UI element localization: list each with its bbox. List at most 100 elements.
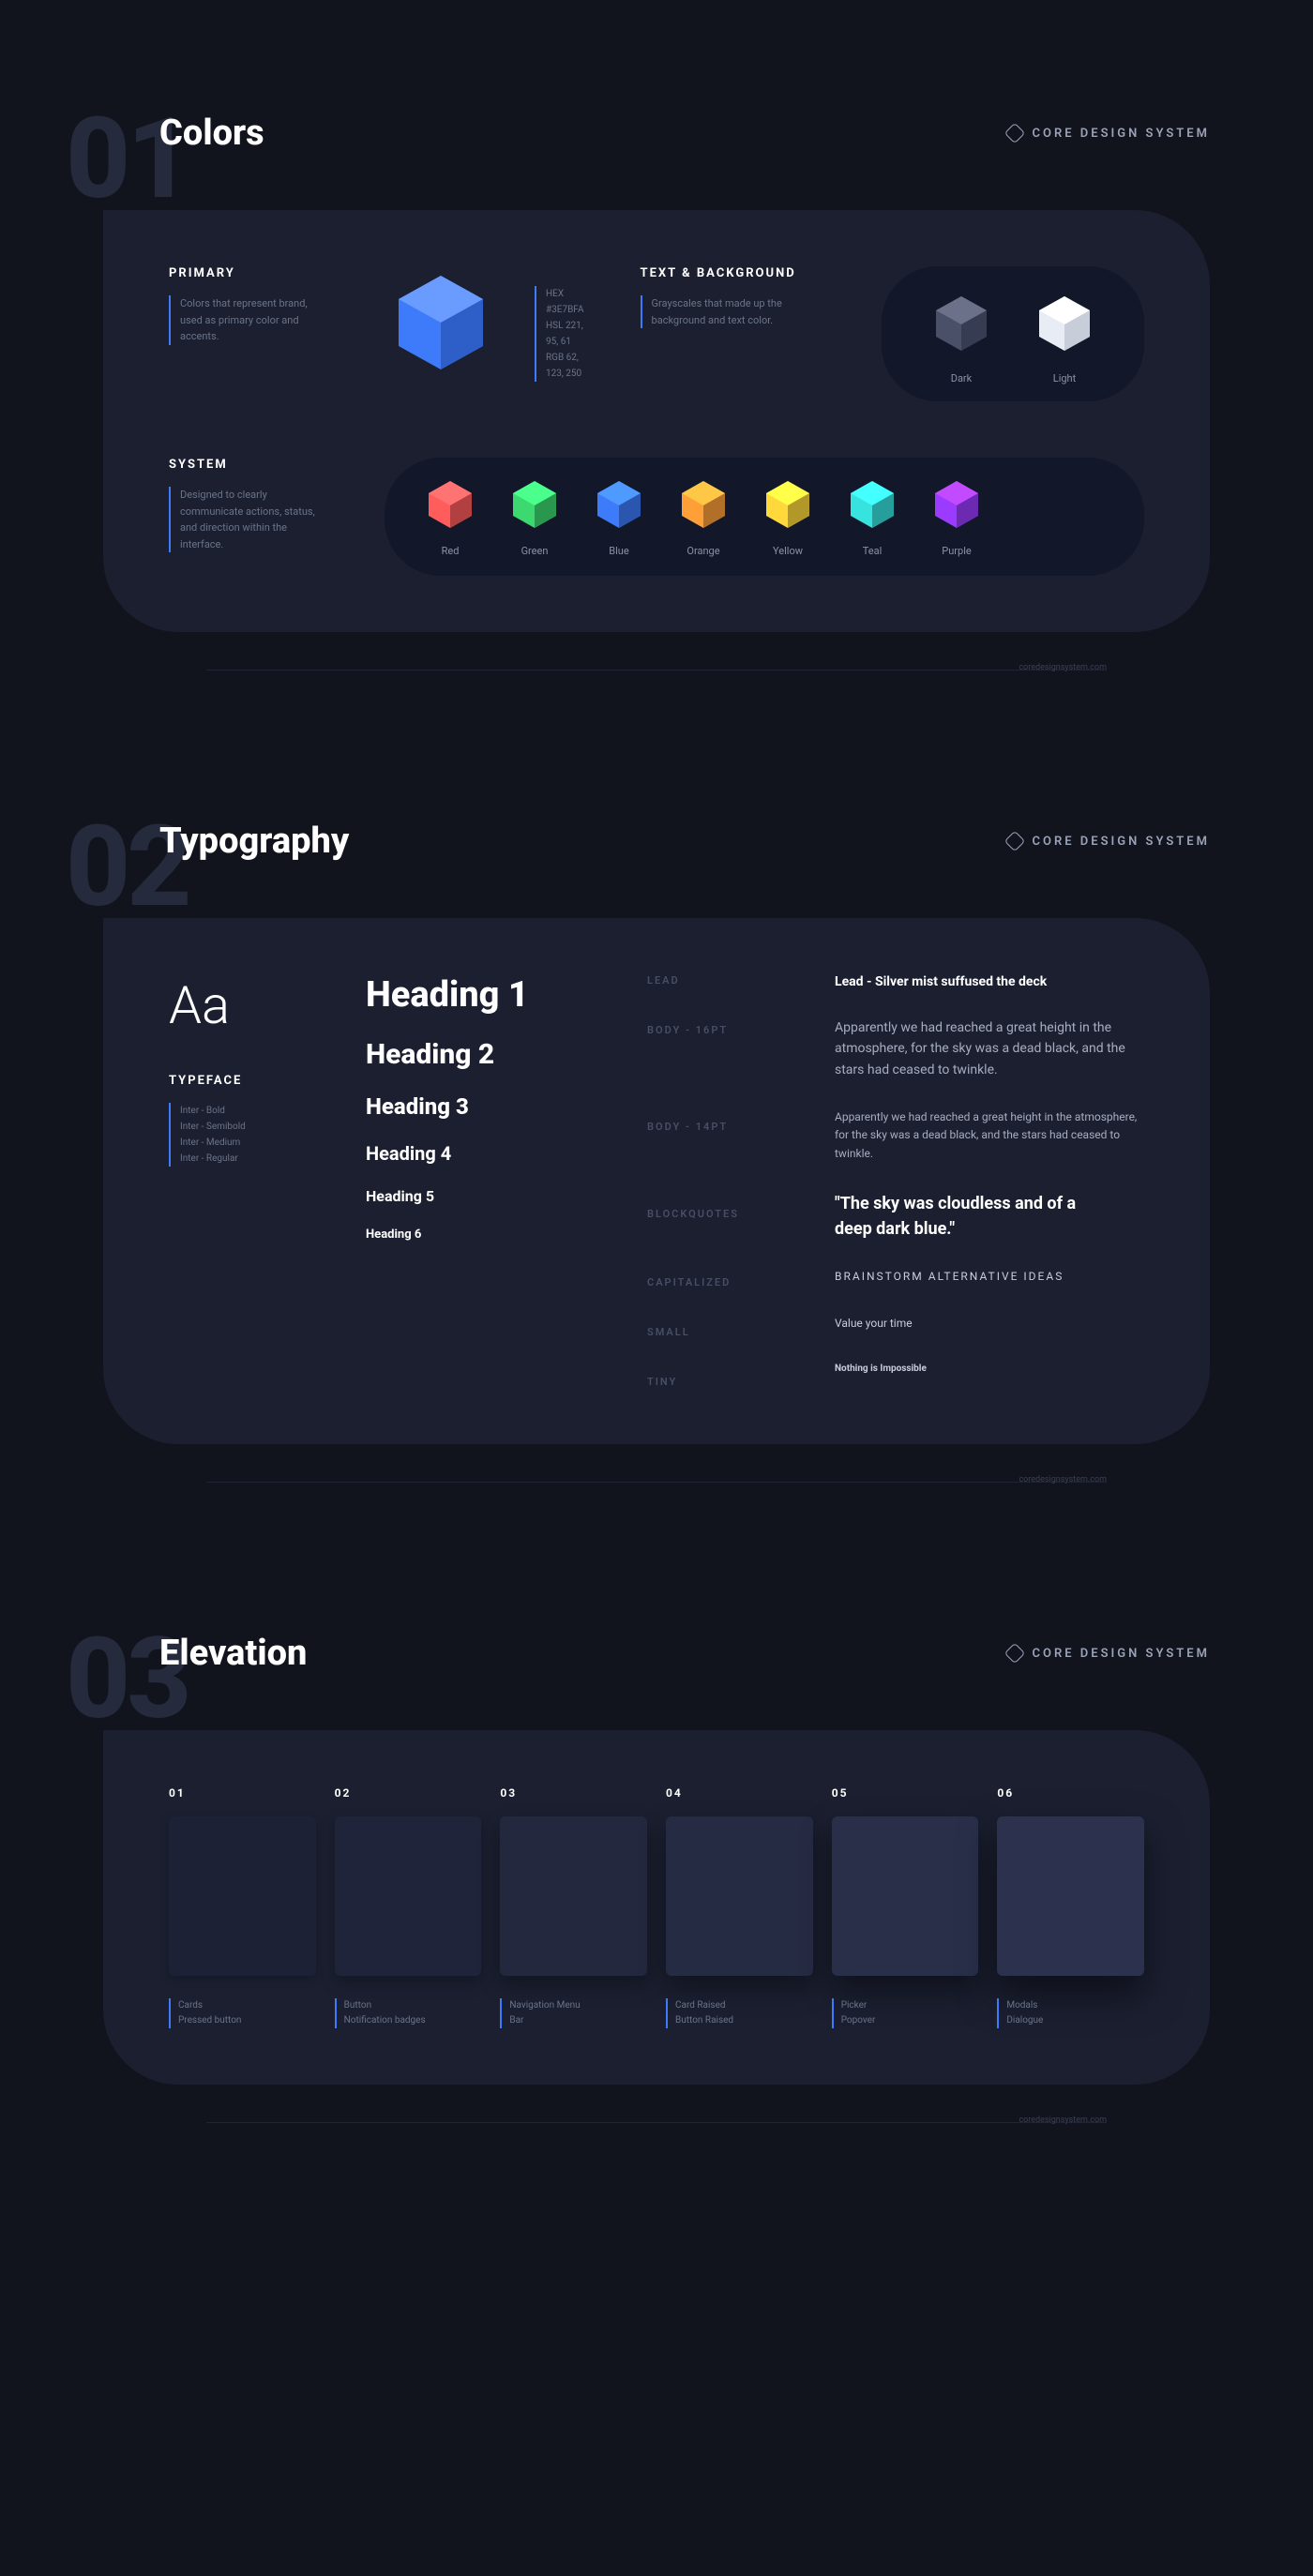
cube-icon <box>760 476 816 535</box>
cube-label: Purple <box>928 545 985 557</box>
elevation-number: 05 <box>832 1786 979 1800</box>
sample-lead: Lead - Silver mist suffused the deck <box>835 974 1144 989</box>
cube-icon <box>1032 291 1097 359</box>
cube-icon <box>675 476 732 535</box>
sample-capitalized: BRAINSTORM ALTERNATIVE IDEAS <box>835 1270 1144 1283</box>
sample-body16: Apparently we had reached a great height… <box>835 1017 1144 1080</box>
elevation-box <box>832 1816 979 1976</box>
weight-item: Inter - Medium <box>180 1135 328 1151</box>
sample-body14: Apparently we had reached a great height… <box>835 1108 1144 1163</box>
elevation-number: 04 <box>666 1786 813 1800</box>
elevation-desc: PickerPopover <box>832 1998 979 2028</box>
cube-yellow: Yellow <box>760 476 816 557</box>
elevation-number: 02 <box>335 1786 482 1800</box>
cube-blue: Blue <box>591 476 647 557</box>
cube-icon <box>928 291 994 359</box>
cube-label: Green <box>506 545 563 557</box>
textbg-label: TEXT & BACKGROUND <box>641 266 825 280</box>
elevation-card: 01 CardsPressed button 02 ButtonNotifica… <box>103 1730 1210 2085</box>
cube-teal: Teal <box>844 476 900 557</box>
cube-icon <box>591 476 647 535</box>
cube-orange: Orange <box>675 476 732 557</box>
label-blockquotes: BLOCKQUOTES <box>647 1208 797 1220</box>
heading-2: Heading 2 <box>366 1038 610 1071</box>
typeface-weights: Inter - BoldInter - SemiboldInter - Medi… <box>169 1103 328 1167</box>
weight-item: Inter - Bold <box>180 1103 328 1119</box>
elevation-number: 06 <box>997 1786 1144 1800</box>
diamond-icon <box>1004 831 1026 852</box>
elevation-col-04: 04 Card RaisedButton Raised <box>666 1786 813 2028</box>
typography-card: Aa TYPEFACE Inter - BoldInter - Semibold… <box>103 918 1210 1444</box>
elevation-col-01: 01 CardsPressed button <box>169 1786 316 2028</box>
cube-light: Light <box>1032 291 1097 384</box>
heading-3: Heading 3 <box>366 1093 610 1120</box>
typeface-sample: Aa <box>169 974 328 1036</box>
weight-item: Inter - Regular <box>180 1151 328 1167</box>
heading-5: Heading 5 <box>366 1187 610 1205</box>
system-desc: Designed to clearly communicate actions,… <box>169 487 328 552</box>
primary-desc: Colors that represent brand, used as pri… <box>169 295 328 345</box>
hex-value: HEX #3E7BFA <box>546 286 584 318</box>
diamond-icon <box>1004 123 1026 144</box>
color-specs: HEX #3E7BFA HSL 221, 95, 61 RGB 62, 123,… <box>535 286 584 382</box>
section-title: Typography <box>159 821 349 862</box>
primary-label: PRIMARY <box>169 266 328 280</box>
cube-label: Dark <box>928 372 994 384</box>
core-badge: CORE DESIGN SYSTEM <box>1007 834 1210 849</box>
weight-item: Inter - Semibold <box>180 1119 328 1135</box>
label-capitalized: CAPITALIZED <box>647 1276 797 1288</box>
cube-icon <box>506 476 563 535</box>
heading-6: Heading 6 <box>366 1228 610 1242</box>
cube-icon <box>844 476 900 535</box>
divider: coredesignsystem.com <box>206 2122 1107 2123</box>
textbg-desc: Grayscales that made up the background a… <box>641 295 800 328</box>
label-tiny: TINY <box>647 1376 797 1388</box>
elevation-col-05: 05 PickerPopover <box>832 1786 979 2028</box>
elevation-desc: Navigation MenuBar <box>500 1998 647 2028</box>
cube-label: Blue <box>591 545 647 557</box>
section-typography: 02 Typography CORE DESIGN SYSTEM Aa TYPE… <box>0 708 1313 1520</box>
cube-label: Yellow <box>760 545 816 557</box>
badge-label: CORE DESIGN SYSTEM <box>1032 127 1210 141</box>
core-badge: CORE DESIGN SYSTEM <box>1007 1646 1210 1661</box>
diamond-icon <box>1004 1643 1026 1665</box>
sample-blockquote: "The sky was cloudless and of a deep dar… <box>835 1191 1088 1242</box>
elevation-number: 03 <box>500 1786 647 1800</box>
divider: coredesignsystem.com <box>206 1482 1107 1483</box>
elevation-number: 01 <box>169 1786 316 1800</box>
system-label: SYSTEM <box>169 458 328 472</box>
elevation-box <box>997 1816 1144 1976</box>
section-elevation: 03 Elevation CORE DESIGN SYSTEM 01 Cards… <box>0 1520 1313 2161</box>
cube-label: Orange <box>675 545 732 557</box>
label-body16: BODY - 16PT <box>647 1024 797 1036</box>
section-title: Colors <box>159 113 264 154</box>
cube-icon <box>385 266 497 383</box>
elevation-box <box>169 1816 316 1976</box>
cube-purple: Purple <box>928 476 985 557</box>
typeface-label: TYPEFACE <box>169 1074 328 1088</box>
section-title: Elevation <box>159 1633 307 1674</box>
cube-green: Green <box>506 476 563 557</box>
cube-icon <box>928 476 985 535</box>
heading-1: Heading 1 <box>366 974 610 1016</box>
footer-url: coredesignsystem.com <box>1019 663 1107 672</box>
colors-card: PRIMARY Colors that represent brand, use… <box>103 210 1210 632</box>
label-body14: BODY - 14PT <box>647 1121 797 1133</box>
elevation-box <box>335 1816 482 1976</box>
cube-icon <box>422 476 478 535</box>
label-lead: LEAD <box>647 974 797 987</box>
elevation-desc: ButtonNotification badges <box>335 1998 482 2028</box>
cube-red: Red <box>422 476 478 557</box>
system-cubes: Red Green Blue Orange Yellow <box>422 476 985 557</box>
rgb-value: RGB 62, 123, 250 <box>546 350 584 382</box>
heading-4: Heading 4 <box>366 1142 610 1165</box>
elevation-box <box>666 1816 813 1976</box>
sample-tiny: Nothing is Impossible <box>835 1363 1144 1374</box>
badge-label: CORE DESIGN SYSTEM <box>1032 1647 1210 1661</box>
sample-small: Value your time <box>835 1317 1144 1330</box>
label-small: SMALL <box>647 1326 797 1338</box>
hsl-value: HSL 221, 95, 61 <box>546 318 584 350</box>
elevation-col-03: 03 Navigation MenuBar <box>500 1786 647 2028</box>
elevation-desc: CardsPressed button <box>169 1998 316 2028</box>
section-colors: 01 Colors CORE DESIGN SYSTEM PRIMARY Col… <box>0 0 1313 708</box>
